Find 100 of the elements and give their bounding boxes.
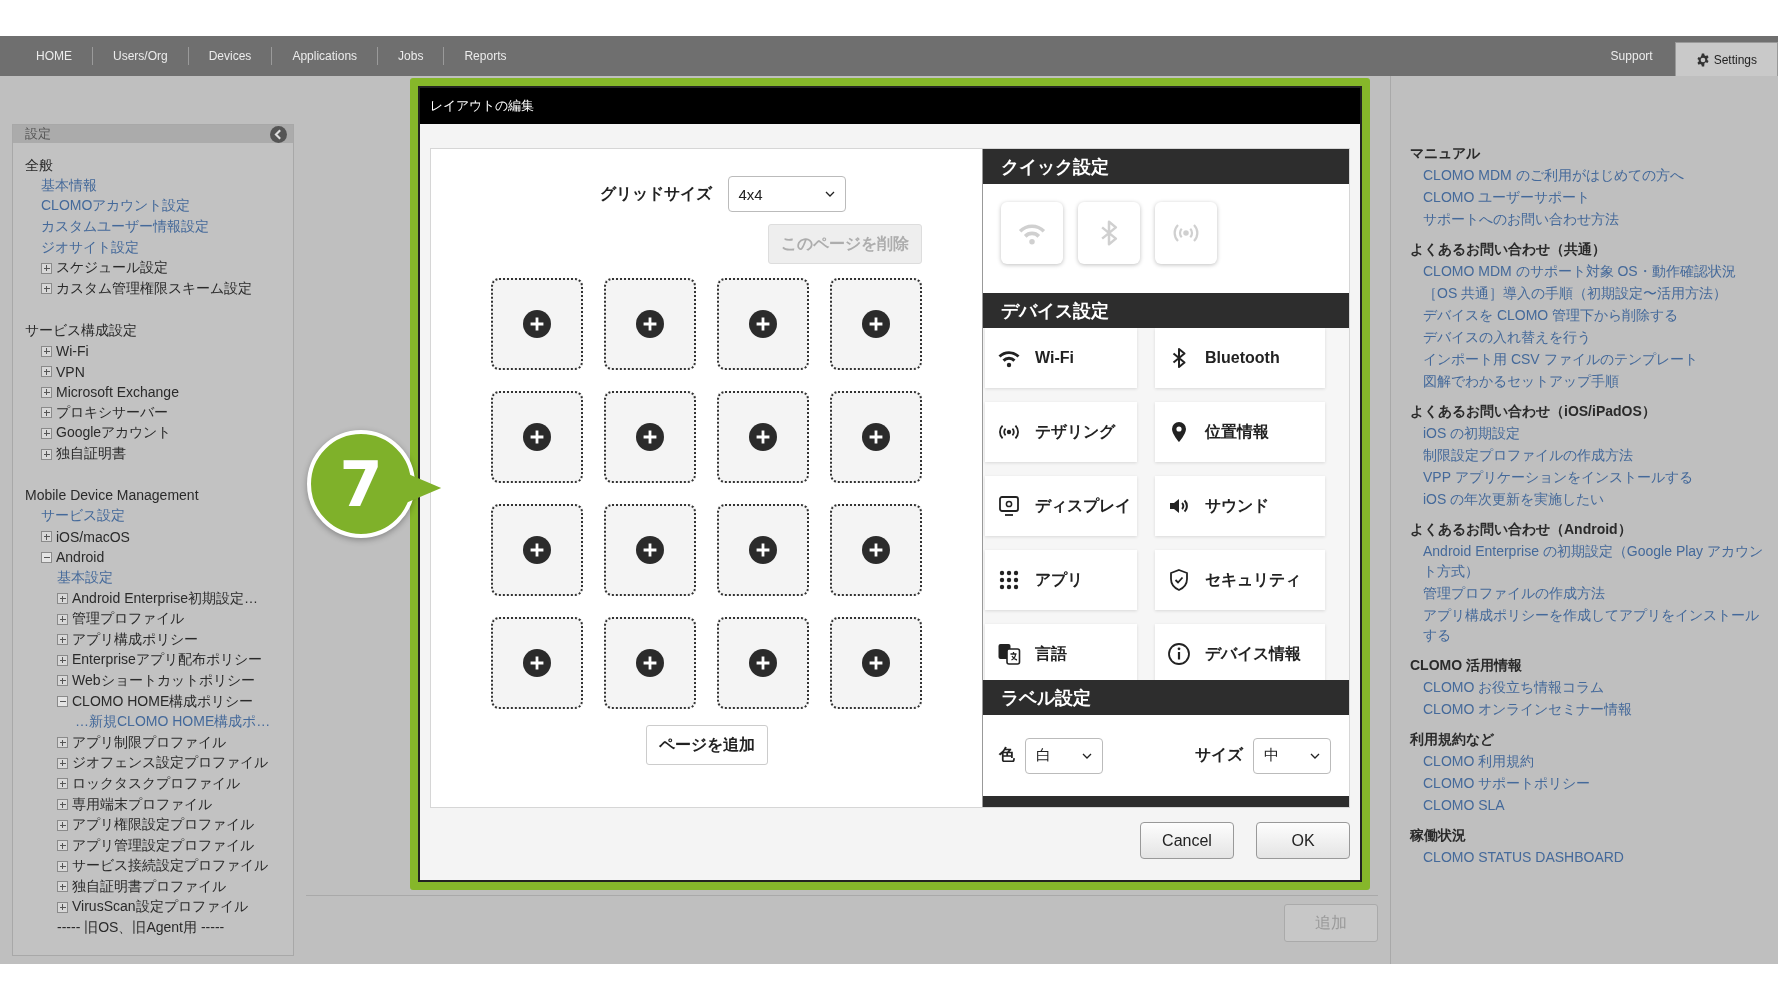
empty-grid-slot[interactable] bbox=[717, 391, 809, 483]
expand-toggle-icon[interactable] bbox=[41, 366, 52, 378]
device-setting-tile[interactable]: Wi-Fi bbox=[985, 328, 1137, 388]
empty-grid-slot[interactable] bbox=[604, 504, 696, 596]
empty-grid-slot[interactable] bbox=[830, 278, 922, 370]
expand-toggle-icon[interactable] bbox=[57, 778, 68, 790]
add-icon[interactable] bbox=[636, 310, 664, 338]
sidebar-item[interactable]: プロキシサーバー bbox=[56, 403, 168, 422]
sidebar-item[interactable]: VirusScan設定プロファイル bbox=[72, 898, 248, 917]
expand-toggle-icon[interactable] bbox=[41, 262, 52, 274]
sidebar-item[interactable]: Googleアカウント bbox=[56, 424, 172, 443]
expand-toggle-icon[interactable] bbox=[57, 593, 68, 605]
expand-toggle-icon[interactable] bbox=[57, 613, 68, 625]
add-icon[interactable] bbox=[862, 536, 890, 564]
device-setting-tile[interactable]: セキュリティ bbox=[1155, 550, 1325, 610]
sidebar-item[interactable]: Enterpriseアプリ配布ポリシー bbox=[72, 651, 262, 670]
nav-tab[interactable]: Devices bbox=[188, 36, 272, 76]
sidebar-item[interactable]: 独自証明書 bbox=[56, 445, 126, 463]
sidebar-item[interactable]: 独自証明書プロファイル bbox=[72, 877, 226, 896]
expand-toggle-icon[interactable] bbox=[57, 675, 68, 687]
empty-grid-slot[interactable] bbox=[491, 504, 583, 596]
expand-toggle-icon[interactable] bbox=[57, 840, 68, 852]
grid-size-select[interactable]: 4x4 bbox=[727, 176, 846, 212]
add-icon[interactable] bbox=[636, 536, 664, 564]
collapse-icon[interactable] bbox=[270, 125, 287, 143]
expand-toggle-icon[interactable] bbox=[57, 799, 68, 810]
expand-toggle-icon[interactable] bbox=[57, 819, 68, 831]
sidebar-item[interactable]: アプリ管理設定プロファイル bbox=[72, 836, 254, 855]
add-icon[interactable] bbox=[523, 423, 551, 451]
device-setting-tile[interactable]: ディスプレイ bbox=[985, 476, 1137, 536]
sidebar-item[interactable]: アプリ制限プロファイル bbox=[72, 733, 226, 752]
sidebar-item[interactable]: VPN bbox=[56, 363, 85, 380]
sidebar-item[interactable]: Microsoft Exchange bbox=[56, 384, 179, 401]
add-icon[interactable] bbox=[523, 536, 551, 564]
device-setting-tile[interactable]: テザリング bbox=[985, 402, 1137, 462]
sidebar-item[interactable]: 専用端末プロファイル bbox=[72, 795, 212, 814]
nav-tab[interactable]: Users/Org bbox=[93, 36, 188, 76]
add-icon[interactable] bbox=[862, 310, 890, 338]
empty-grid-slot[interactable] bbox=[717, 278, 809, 370]
sidebar-item[interactable]: iOS/macOS bbox=[56, 528, 130, 545]
empty-grid-slot[interactable] bbox=[491, 391, 583, 483]
add-icon[interactable] bbox=[749, 310, 777, 338]
empty-grid-slot[interactable] bbox=[604, 278, 696, 370]
device-setting-tile[interactable]: デバイス情報 bbox=[1155, 624, 1325, 680]
expand-toggle-icon[interactable] bbox=[57, 757, 68, 769]
expand-toggle-icon[interactable] bbox=[41, 283, 52, 295]
quick-setting-tile[interactable] bbox=[1078, 202, 1140, 264]
expand-toggle-icon[interactable] bbox=[57, 881, 68, 893]
collapse-toggle-icon[interactable] bbox=[57, 696, 68, 708]
sidebar-item[interactable]: アプリ権限設定プロファイル bbox=[72, 816, 254, 835]
sidebar-item[interactable]: カスタム管理権限スキーム設定 bbox=[56, 279, 252, 298]
expand-toggle-icon[interactable] bbox=[57, 634, 68, 646]
empty-grid-slot[interactable] bbox=[717, 504, 809, 596]
add-icon[interactable] bbox=[523, 649, 551, 677]
expand-toggle-icon[interactable] bbox=[41, 386, 52, 398]
sidebar-item[interactable]: ロックタスクプロファイル bbox=[72, 774, 240, 793]
add-icon[interactable] bbox=[523, 310, 551, 338]
empty-grid-slot[interactable] bbox=[830, 391, 922, 483]
expand-toggle-icon[interactable] bbox=[57, 902, 68, 913]
add-icon[interactable] bbox=[749, 536, 777, 564]
empty-grid-slot[interactable] bbox=[604, 391, 696, 483]
empty-grid-slot[interactable] bbox=[604, 617, 696, 709]
quick-setting-tile[interactable] bbox=[1001, 202, 1063, 264]
sidebar-item[interactable]: サービス接続設定プロファイル bbox=[72, 857, 268, 876]
device-setting-tile[interactable]: Bluetooth bbox=[1155, 328, 1325, 388]
sidebar-item[interactable]: ジオフェンス設定プロファイル bbox=[72, 754, 268, 773]
empty-grid-slot[interactable] bbox=[830, 504, 922, 596]
empty-grid-slot[interactable] bbox=[491, 278, 583, 370]
device-setting-tile[interactable]: アプリ bbox=[985, 550, 1137, 610]
empty-grid-slot[interactable] bbox=[717, 617, 809, 709]
nav-tab[interactable]: Applications bbox=[272, 36, 378, 76]
sidebar-item[interactable]: Android bbox=[56, 549, 105, 566]
sidebar-item[interactable]: 管理プロファイル bbox=[72, 610, 184, 629]
collapse-toggle-icon[interactable] bbox=[41, 551, 52, 563]
expand-toggle-icon[interactable] bbox=[41, 427, 52, 439]
add-icon[interactable] bbox=[636, 423, 664, 451]
sidebar-item[interactable]: スケジュール設定 bbox=[56, 259, 168, 278]
sidebar-item[interactable]: Webショートカットポリシー bbox=[72, 671, 255, 690]
dropdown-select[interactable]: 白 bbox=[1025, 737, 1103, 774]
device-setting-tile[interactable]: 言語 bbox=[985, 624, 1137, 680]
nav-tab[interactable]: HOME bbox=[16, 36, 92, 76]
expand-toggle-icon[interactable] bbox=[41, 407, 52, 419]
expand-toggle-icon[interactable] bbox=[57, 860, 68, 872]
expand-toggle-icon[interactable] bbox=[57, 654, 68, 666]
expand-toggle-icon[interactable] bbox=[57, 737, 68, 749]
device-setting-tile[interactable]: サウンド bbox=[1155, 476, 1325, 536]
add-page-button[interactable]: ページを追加 bbox=[645, 725, 768, 765]
add-icon[interactable] bbox=[862, 649, 890, 677]
quick-setting-tile[interactable] bbox=[1155, 202, 1217, 264]
dropdown-select[interactable]: 中 bbox=[1253, 737, 1331, 774]
dialog-button[interactable]: Cancel bbox=[1140, 822, 1234, 859]
nav-tab[interactable]: Jobs bbox=[378, 36, 444, 76]
nav-tab[interactable]: Settings bbox=[1674, 42, 1778, 76]
empty-grid-slot[interactable] bbox=[491, 617, 583, 709]
dialog-button[interactable]: OK bbox=[1256, 822, 1350, 859]
expand-toggle-icon[interactable] bbox=[41, 531, 52, 543]
add-icon[interactable] bbox=[749, 649, 777, 677]
expand-toggle-icon[interactable] bbox=[41, 448, 52, 460]
nav-tab[interactable]: Reports bbox=[444, 36, 527, 76]
empty-grid-slot[interactable] bbox=[830, 617, 922, 709]
